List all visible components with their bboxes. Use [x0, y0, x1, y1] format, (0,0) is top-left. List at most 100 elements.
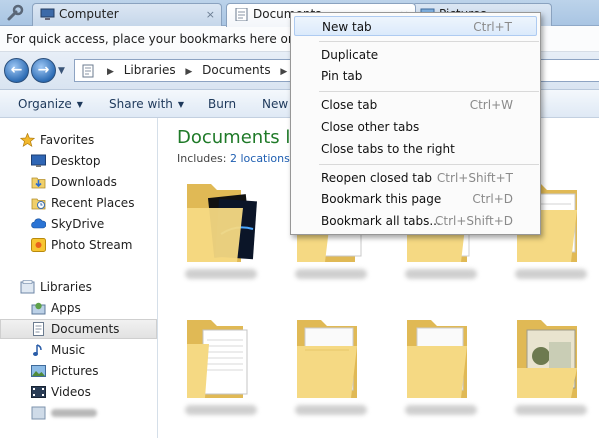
folder-item[interactable] [181, 174, 261, 284]
skydrive-cloud-icon [31, 218, 46, 229]
blurred-filename [405, 405, 477, 415]
nav-libraries[interactable]: Libraries [0, 277, 157, 297]
nav-favorites-label: Favorites [40, 133, 95, 147]
menu-item-bookmark-all-tabs[interactable]: Bookmark all tabs... Ctrl+Shift+D [294, 211, 537, 231]
nav-item-photo-stream[interactable]: Photo Stream [0, 235, 157, 255]
apps-icon [31, 302, 46, 315]
menu-item-close-tabs-right[interactable]: Close tabs to the right [294, 139, 537, 159]
nav-item-videos[interactable]: Videos [0, 382, 157, 402]
wrench-icon[interactable] [6, 4, 24, 22]
menu-divider [319, 41, 539, 42]
nav-item-downloads[interactable]: Downloads [0, 172, 157, 192]
menu-item-pin-tab[interactable]: Pin tab [294, 66, 537, 86]
nav-favorites[interactable]: Favorites [0, 130, 157, 150]
documents-icon [235, 8, 248, 21]
nav-item-label: Photo Stream [51, 238, 133, 252]
videos-icon [31, 386, 46, 398]
menu-item-bookmark-page[interactable]: Bookmark this page Ctrl+D [294, 189, 537, 209]
menu-item-label: Bookmark this page [321, 192, 442, 206]
library-path-icon [82, 64, 94, 78]
menu-item-label: Duplicate [321, 48, 379, 62]
nav-item-skydrive[interactable]: SkyDrive [0, 214, 157, 234]
music-note-icon [33, 344, 42, 356]
menu-item-shortcut: Ctrl+D [472, 192, 513, 206]
burn-button[interactable]: Burn [208, 97, 236, 111]
folder-item[interactable] [181, 310, 261, 420]
nav-item-label: Apps [51, 301, 81, 315]
nav-item-label: Pictures [51, 364, 99, 378]
blurred-filename [185, 269, 257, 279]
menu-item-shortcut: Ctrl+Shift+D [435, 214, 513, 228]
nav-item-label: Desktop [51, 154, 101, 168]
includes-label: Includes: [177, 152, 227, 165]
menu-item-reopen-closed-tab[interactable]: Reopen closed tab Ctrl+Shift+T [294, 168, 537, 188]
folder-icon [187, 184, 257, 262]
chevron-down-icon: ▼ [177, 100, 185, 109]
navigation-pane: Favorites Desktop Downloads Recent Place… [0, 118, 158, 438]
library-icon [31, 406, 46, 420]
folder-item[interactable] [401, 310, 481, 420]
nav-item-label: Documents [51, 322, 120, 336]
star-icon [20, 133, 35, 147]
new-folder-button[interactable]: New [262, 97, 288, 111]
nav-item-documents[interactable]: Documents [0, 319, 157, 339]
blurred-filename [515, 405, 587, 415]
nav-item-label: Videos [51, 385, 91, 399]
menu-item-shortcut: Ctrl+W [469, 98, 513, 112]
share-with-button[interactable]: Share with ▼ [109, 97, 184, 111]
breadcrumb-documents[interactable]: Documents [202, 63, 270, 77]
folder-item[interactable] [511, 310, 591, 420]
menu-divider [319, 91, 539, 92]
menu-item-close-other-tabs[interactable]: Close other tabs [294, 117, 537, 137]
menu-item-label: Pin tab [321, 69, 363, 83]
menu-item-label: Close other tabs [321, 120, 420, 134]
chevron-down-icon: ▼ [76, 100, 83, 109]
organize-button[interactable]: Organize ▼ [18, 97, 83, 111]
pictures-icon [31, 365, 46, 377]
nav-item-label: SkyDrive [51, 217, 105, 231]
blurred-filename [295, 269, 367, 279]
menu-item-label: Close tabs to the right [321, 142, 455, 156]
nav-item-desktop[interactable]: Desktop [0, 151, 157, 171]
nav-item-blurred[interactable] [0, 403, 157, 423]
burn-label: Burn [208, 97, 237, 111]
tab-context-menu: New tab Ctrl+T Duplicate Pin tab Close t… [290, 12, 541, 235]
nav-item-music[interactable]: Music [0, 340, 157, 360]
menu-item-new-tab[interactable]: New tab Ctrl+T [294, 16, 537, 36]
breadcrumb-separator-icon[interactable]: ▶ [185, 67, 192, 77]
breadcrumb-libraries[interactable]: Libraries [124, 63, 176, 77]
nav-item-label: Recent Places [51, 196, 135, 210]
menu-item-label: Bookmark all tabs... [321, 214, 441, 228]
forward-button[interactable]: → [31, 58, 56, 83]
tab-computer[interactable]: Computer × [32, 3, 222, 26]
nav-item-label: Downloads [51, 175, 117, 189]
menu-item-shortcut: Ctrl+T [473, 20, 512, 34]
breadcrumb-separator-icon[interactable]: ▶ [107, 67, 114, 77]
page-title: Documents lib [177, 127, 307, 148]
menu-item-close-tab[interactable]: Close tab Ctrl+W [294, 95, 537, 115]
blurred-filename [515, 269, 587, 279]
folder-item[interactable] [291, 310, 371, 420]
photo-stream-icon [31, 238, 46, 252]
menu-item-label: New tab [322, 20, 372, 34]
library-includes: Includes: 2 locations [177, 152, 290, 165]
breadcrumb-separator-icon[interactable]: ▶ [280, 67, 287, 77]
downloads-icon [31, 177, 46, 189]
nav-item-recent-places[interactable]: Recent Places [0, 193, 157, 213]
recent-pages-dropdown-icon[interactable]: ▼ [58, 66, 65, 76]
recent-places-icon [31, 198, 46, 210]
nav-item-apps[interactable]: Apps [0, 298, 157, 318]
new-label: New [262, 97, 289, 111]
blurred-filename [185, 405, 257, 415]
bookmark-bar-hint: For quick access, place your bookmarks h… [6, 32, 331, 46]
menu-item-label: Reopen closed tab [321, 171, 432, 185]
folder-icon [297, 320, 357, 398]
back-button[interactable]: ← [4, 58, 29, 83]
close-icon[interactable]: × [206, 8, 215, 21]
blurred-label [51, 409, 97, 417]
nav-item-pictures[interactable]: Pictures [0, 361, 157, 381]
libraries-icon [20, 280, 35, 294]
menu-item-label: Close tab [321, 98, 378, 112]
locations-link[interactable]: 2 locations [230, 152, 290, 165]
menu-item-duplicate[interactable]: Duplicate [294, 45, 537, 65]
